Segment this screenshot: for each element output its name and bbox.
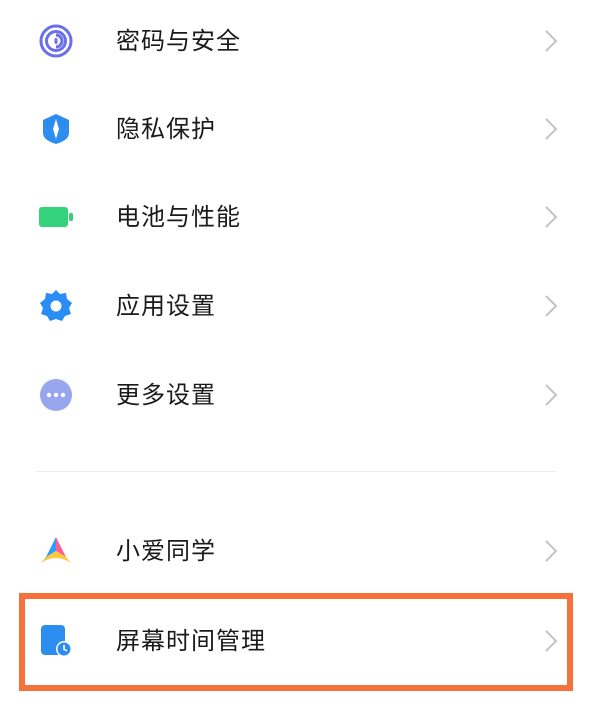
chevron-right-icon xyxy=(541,382,561,408)
settings-item-label: 隐私保护 xyxy=(116,115,216,143)
settings-item-screen-time[interactable]: 屏幕时间管理 xyxy=(0,597,589,685)
battery-icon xyxy=(38,199,74,235)
settings-item-privacy[interactable]: 隐私保护 xyxy=(0,85,589,173)
settings-item-label: 小爱同学 xyxy=(116,537,216,565)
settings-item-app-settings[interactable]: 应用设置 xyxy=(0,262,589,350)
chevron-right-icon xyxy=(541,28,561,54)
chevron-right-icon xyxy=(541,293,561,319)
chevron-right-icon xyxy=(541,628,561,654)
settings-item-label: 电池与性能 xyxy=(116,203,241,231)
settings-item-xiaoai[interactable]: 小爱同学 xyxy=(0,507,589,595)
screen-time-icon xyxy=(38,623,74,659)
settings-item-password-security[interactable]: 密码与安全 xyxy=(0,0,589,85)
chevron-right-icon xyxy=(541,538,561,564)
gear-icon xyxy=(38,288,74,324)
settings-item-label: 密码与安全 xyxy=(116,27,241,55)
xiaoai-icon xyxy=(38,533,74,569)
settings-list: 密码与安全 隐私保护 电池与性能 应用设置 更多设置 小爱同学 屏幕时间管理 xyxy=(0,0,589,712)
fingerprint-icon xyxy=(38,23,74,59)
settings-item-battery[interactable]: 电池与性能 xyxy=(0,173,589,261)
section-divider xyxy=(36,471,556,472)
chevron-right-icon xyxy=(541,116,561,142)
settings-item-label: 更多设置 xyxy=(116,381,216,409)
settings-item-label: 屏幕时间管理 xyxy=(116,627,266,655)
more-dots-icon xyxy=(38,377,74,413)
chevron-right-icon xyxy=(541,204,561,230)
settings-item-label: 应用设置 xyxy=(116,292,216,320)
settings-item-more-settings[interactable]: 更多设置 xyxy=(0,351,589,439)
shield-icon xyxy=(38,111,74,147)
